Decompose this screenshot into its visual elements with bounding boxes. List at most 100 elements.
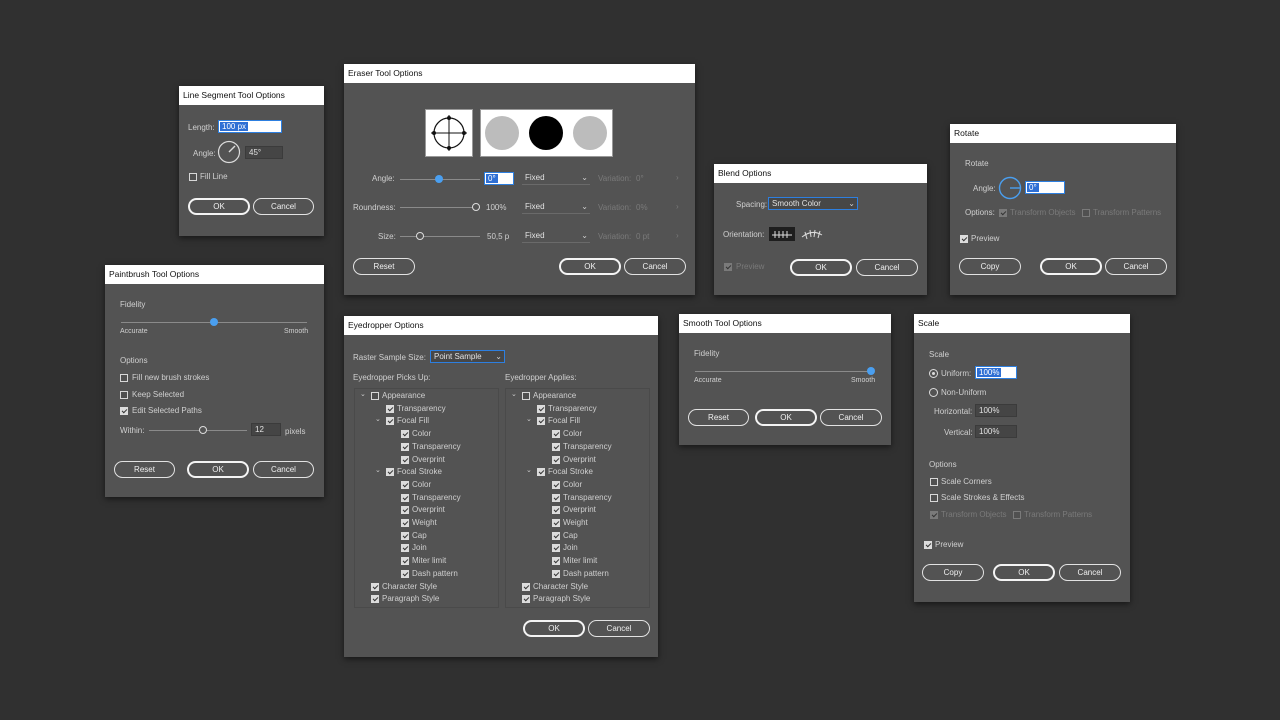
within-slider-knob[interactable] [199,426,207,434]
disclosure-triangle-icon[interactable]: ⌄ [526,415,532,423]
tree-item-checkbox[interactable] [552,480,560,489]
tree-item-checkbox[interactable] [371,595,379,604]
tree-item-checkbox[interactable] [522,595,530,604]
scale-corners-checkbox[interactable] [930,478,938,486]
cancel-button[interactable]: Cancel [1105,258,1167,275]
length-input[interactable]: 100 px [218,120,282,133]
uniform-input[interactable]: 100% [975,366,1017,379]
tree-item-checkbox[interactable] [552,493,560,502]
tree-item-checkbox[interactable] [386,417,394,426]
cancel-button[interactable]: Cancel [253,461,314,478]
fill-line-checkbox[interactable] [189,173,197,181]
tree-item-checkbox[interactable] [552,442,560,451]
roundness-mode-select[interactable]: Fixed ⌄ [522,201,590,214]
cancel-button[interactable]: Cancel [1059,564,1121,581]
ok-button[interactable]: OK [559,258,621,275]
size-value[interactable]: 50,5 p [487,232,509,241]
align-to-path-icon[interactable] [799,227,825,241]
copy-button[interactable]: Copy [959,258,1021,275]
scale-strokes-checkbox[interactable] [930,494,938,502]
size-slider-knob[interactable] [416,232,424,240]
fidelity-slider-track[interactable] [695,371,873,372]
tree-item-checkbox[interactable] [522,392,530,400]
cancel-button[interactable]: Cancel [856,259,918,276]
angle-input[interactable]: 0° [1025,181,1065,194]
angle-input[interactable]: 0° [484,172,514,185]
disclosure-triangle-icon[interactable]: ⌄ [526,466,532,474]
tree-item-checkbox[interactable] [522,582,530,591]
cancel-button[interactable]: Cancel [820,409,882,426]
tree-item-checkbox[interactable] [371,392,379,400]
ok-button[interactable]: OK [790,259,852,276]
angle-slider-knob[interactable] [435,175,443,183]
edit-selected-checkbox[interactable] [120,407,128,415]
ok-button[interactable]: OK [188,198,250,215]
preview-checkbox[interactable] [724,263,732,271]
tree-item-checkbox[interactable] [552,506,560,515]
copy-button[interactable]: Copy [922,564,984,581]
reset-button[interactable]: Reset [353,258,415,275]
tree-item-checkbox[interactable] [552,531,560,540]
roundness-slider-knob[interactable] [472,203,480,211]
tree-item-checkbox[interactable] [401,430,409,439]
tree-item-checkbox[interactable] [552,430,560,439]
tree-item-checkbox[interactable] [552,455,560,464]
tree-item-checkbox[interactable] [552,557,560,566]
cancel-button[interactable]: Cancel [588,620,650,637]
disclosure-triangle-icon[interactable]: ⌄ [375,466,381,474]
tree-item-checkbox[interactable] [552,569,560,578]
within-slider-track[interactable] [149,430,247,431]
within-input[interactable]: 12 [251,423,281,436]
cancel-button[interactable]: Cancel [253,198,314,215]
ok-button[interactable]: OK [755,409,817,426]
transform-patterns-checkbox[interactable] [1013,511,1021,519]
tree-item-checkbox[interactable] [537,404,545,413]
ok-button[interactable]: OK [523,620,585,637]
tree-item-checkbox[interactable] [371,582,379,591]
tree-item-checkbox[interactable] [386,468,394,477]
angle-mode-select[interactable]: Fixed ⌄ [522,172,590,185]
tree-item-checkbox[interactable] [537,417,545,426]
angle-dial-icon[interactable] [998,176,1022,200]
preview-checkbox[interactable] [960,235,968,243]
transform-patterns-checkbox[interactable] [1082,209,1090,217]
size-mode-select[interactable]: Fixed ⌄ [522,230,590,243]
reset-button[interactable]: Reset [688,409,749,426]
uniform-radio[interactable] [929,369,938,378]
angle-input[interactable]: 45° [245,146,283,159]
tree-item-checkbox[interactable] [401,544,409,553]
tree-item-checkbox[interactable] [386,404,394,413]
tree-item-checkbox[interactable] [401,506,409,515]
transform-objects-checkbox[interactable] [930,511,938,519]
tree-item-checkbox[interactable] [537,468,545,477]
transform-objects-checkbox[interactable] [999,209,1007,217]
cancel-button[interactable]: Cancel [624,258,686,275]
tree-item-checkbox[interactable] [401,480,409,489]
tree-item-checkbox[interactable] [401,493,409,502]
tree-item-checkbox[interactable] [552,544,560,553]
roundness-value[interactable]: 100% [486,203,506,212]
tree-item-checkbox[interactable] [401,531,409,540]
vertical-input[interactable]: 100% [975,425,1017,438]
tree-item-checkbox[interactable] [401,557,409,566]
fidelity-slider-knob[interactable] [210,318,218,326]
disclosure-triangle-icon[interactable]: ⌄ [375,415,381,423]
ok-button[interactable]: OK [1040,258,1102,275]
preview-checkbox[interactable] [924,541,932,549]
tree-item-checkbox[interactable] [552,519,560,527]
reset-button[interactable]: Reset [114,461,175,478]
tree-item-checkbox[interactable] [401,569,409,578]
angle-dial-icon[interactable] [217,140,241,164]
spacing-select[interactable]: Smooth Color ⌄ [768,197,858,210]
align-to-page-icon[interactable] [769,227,795,241]
roundness-slider-track[interactable] [400,207,480,208]
ok-button[interactable]: OK [993,564,1055,581]
non-uniform-radio[interactable] [929,388,938,397]
tree-item-checkbox[interactable] [401,519,409,527]
ok-button[interactable]: OK [187,461,249,478]
fill-new-checkbox[interactable] [120,374,128,382]
size-slider-track[interactable] [400,236,480,237]
horizontal-input[interactable]: 100% [975,404,1017,417]
tree-item-checkbox[interactable] [401,442,409,451]
keep-selected-checkbox[interactable] [120,391,128,399]
